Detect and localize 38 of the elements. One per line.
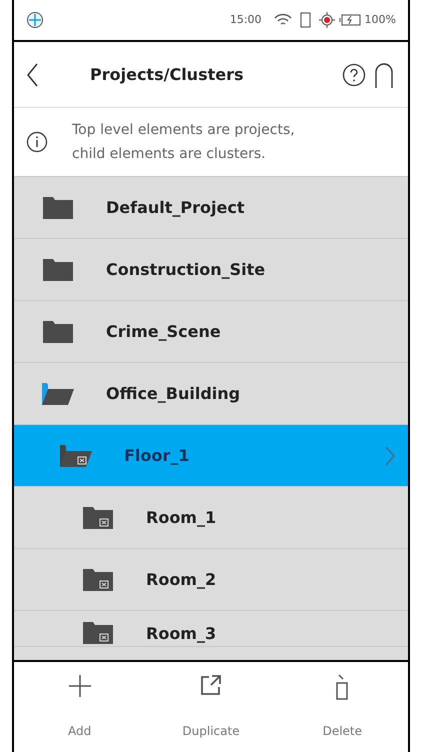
toolbar-button[interactable]: Delete	[276, 662, 408, 752]
item-label: Floor_1	[124, 444, 190, 467]
crosshair-icon	[26, 11, 44, 29]
arch-icon	[374, 62, 394, 88]
item-label: Room_1	[146, 506, 218, 529]
toolbar-button[interactable]: Duplicate	[145, 662, 277, 752]
open-folder-icon	[58, 442, 94, 468]
folder-icon	[80, 620, 116, 646]
back-icon	[26, 62, 38, 86]
tree-row[interactable]: Floor_1	[14, 425, 408, 487]
folder-icon	[40, 256, 76, 282]
battery-level: 100%	[364, 12, 396, 28]
page-title: Projects/Clusters	[90, 64, 244, 86]
battery-icon	[338, 14, 361, 26]
open-folder-icon	[40, 380, 76, 406]
toolbar-button[interactable]: Add	[14, 662, 146, 752]
folder-icon	[80, 566, 116, 592]
location-error-icon	[318, 12, 335, 28]
item-label: Office_Building	[106, 382, 242, 405]
trash-icon	[335, 674, 350, 700]
chevron-right-icon	[384, 444, 396, 466]
clock: 15:00	[230, 12, 262, 28]
folder-icon	[40, 318, 76, 344]
plus-icon	[68, 674, 92, 698]
item-label: Default_Project	[106, 196, 246, 219]
info-text: Top level elements are projects, child elements are clusters.	[72, 121, 296, 164]
help-button[interactable]	[342, 62, 366, 86]
item-label: Room_2	[146, 568, 218, 591]
item-label: Room_3	[146, 623, 218, 645]
sim-card-icon	[300, 12, 311, 28]
folder-icon	[40, 194, 76, 220]
item-label: Crime_Scene	[106, 320, 222, 343]
folder-icon	[80, 504, 116, 530]
external-link-icon	[200, 674, 222, 696]
wifi-icon	[274, 13, 292, 27]
item-label: Construction_Site	[106, 258, 266, 281]
help-icon	[342, 62, 366, 86]
info-icon	[26, 131, 48, 153]
